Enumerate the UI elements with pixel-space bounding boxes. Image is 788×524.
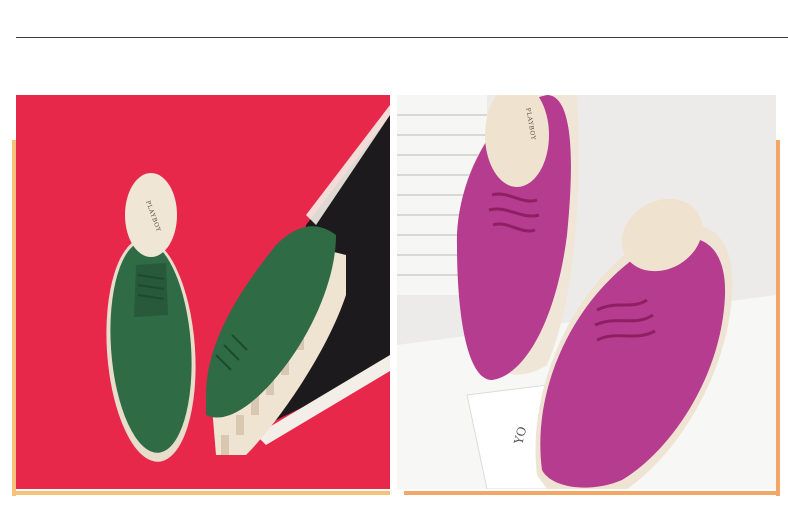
green-shoes-photo: PLAYBOY (16, 95, 390, 489)
right-photo-frame-accent-bottom (404, 491, 780, 495)
top-divider-rule (16, 37, 788, 38)
right-photo-frame-accent (776, 140, 780, 496)
left-photo-frame-accent-bottom (12, 491, 390, 495)
magenta-shoes-photo: YO PLAYBOY (397, 95, 776, 489)
